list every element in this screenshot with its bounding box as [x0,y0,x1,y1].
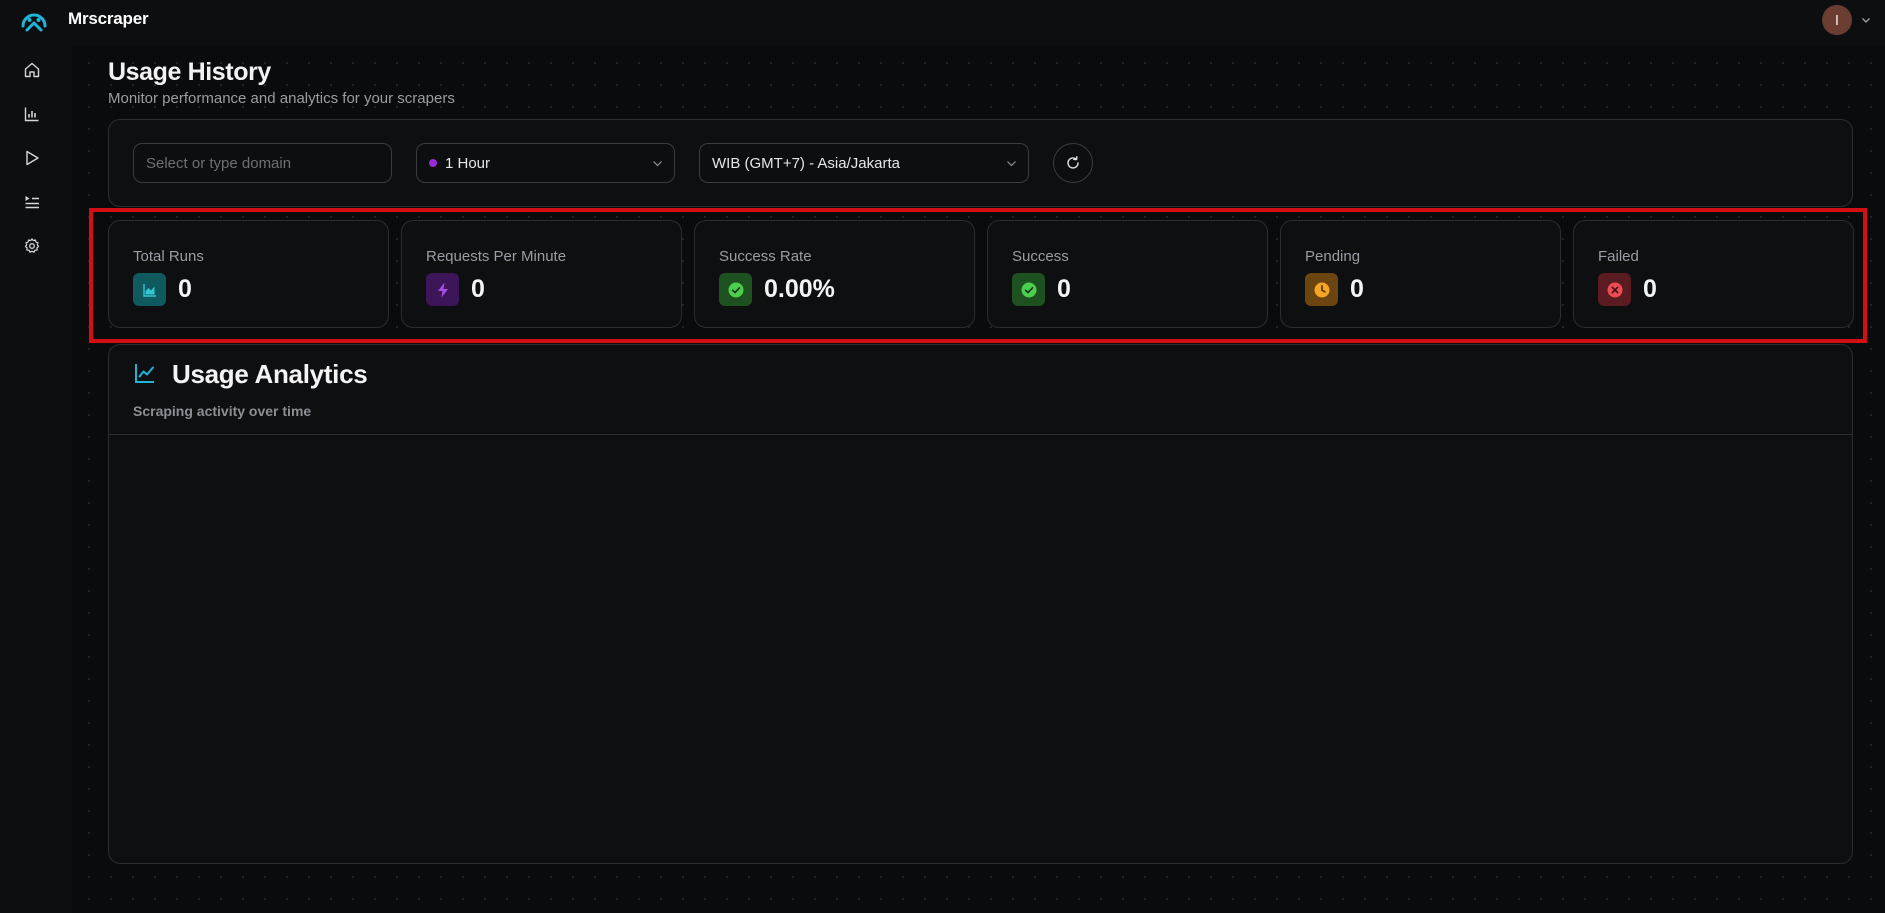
sidebar-item-usage[interactable] [18,100,46,128]
stat-value: 0 [178,275,192,303]
stat-card-pending: Pending 0 [1280,220,1561,328]
stat-label: Total Runs [133,248,204,265]
stat-label: Requests Per Minute [426,248,567,265]
timezone-value: WIB (GMT+7) - Asia/Jakarta [712,154,900,172]
timezone-select[interactable]: WIB (GMT+7) - Asia/Jakarta [699,143,1029,183]
home-icon [24,62,40,78]
list-play-icon [25,196,39,209]
main-content: Usage History Monitor performance and an… [72,46,1885,913]
stat-card-success-rate: Success Rate 0.00% [694,220,975,328]
analytics-subtitle: Scraping activity over time [133,403,312,419]
clock-icon [1305,273,1338,306]
stat-label: Failed [1598,248,1639,265]
time-range-value: 1 Hour [445,154,491,172]
filter-panel: 1 Hour WIB (GMT+7) - Asia/Jakarta [108,119,1853,207]
stat-value: 0 [1643,275,1657,303]
stat-value: 0 [1057,275,1071,303]
sidebar-item-home[interactable] [18,56,46,84]
check-circle-icon [1012,273,1045,306]
gear-icon [24,238,40,253]
refresh-button[interactable] [1053,143,1093,183]
stat-card-failed: Failed 0 [1573,220,1854,328]
sidebar-item-settings[interactable] [18,232,46,260]
top-bar: Mrscraper I [0,0,1885,46]
analytics-title: Usage Analytics [172,359,368,389]
time-range-select[interactable]: 1 Hour [416,143,675,183]
stat-card-requests-per-minute: Requests Per Minute 0 [401,220,682,328]
stat-label: Success Rate [719,248,812,265]
x-circle-icon [1598,273,1631,306]
sidebar [0,46,72,913]
stat-card-total-runs: Total Runs 0 [108,220,389,328]
area-chart-icon [133,273,166,306]
stat-value: 0 [471,275,485,303]
chevron-down-icon [653,161,662,167]
sidebar-item-runs[interactable] [18,144,46,172]
domain-input[interactable] [146,154,379,172]
avatar[interactable]: I [1822,5,1852,35]
usage-analytics-panel: Usage Analytics Scraping activity over t… [108,344,1853,864]
chevron-down-icon [1007,161,1016,167]
page-title: Usage History [108,58,271,86]
brand-name: Mrscraper [68,9,149,28]
play-icon [26,150,39,166]
stat-card-success: Success 0 [987,220,1268,328]
logo-icon[interactable] [18,6,50,38]
domain-combobox[interactable] [133,143,392,183]
refresh-icon [1067,156,1079,169]
chevron-down-icon[interactable] [1860,14,1872,26]
line-chart-icon [135,364,154,383]
stat-label: Pending [1305,248,1361,265]
sidebar-item-queue[interactable] [18,188,46,216]
bar-chart-icon [24,107,39,122]
stat-value: 0.00% [764,275,835,303]
page-subtitle: Monitor performance and analytics for yo… [108,90,455,107]
time-range-dot [429,159,437,167]
stat-label: Success [1012,248,1069,265]
stat-value: 0 [1350,275,1364,303]
user-menu[interactable]: I [1822,5,1872,35]
chart-area [109,435,1852,864]
check-circle-icon [719,273,752,306]
lightning-icon [426,273,459,306]
